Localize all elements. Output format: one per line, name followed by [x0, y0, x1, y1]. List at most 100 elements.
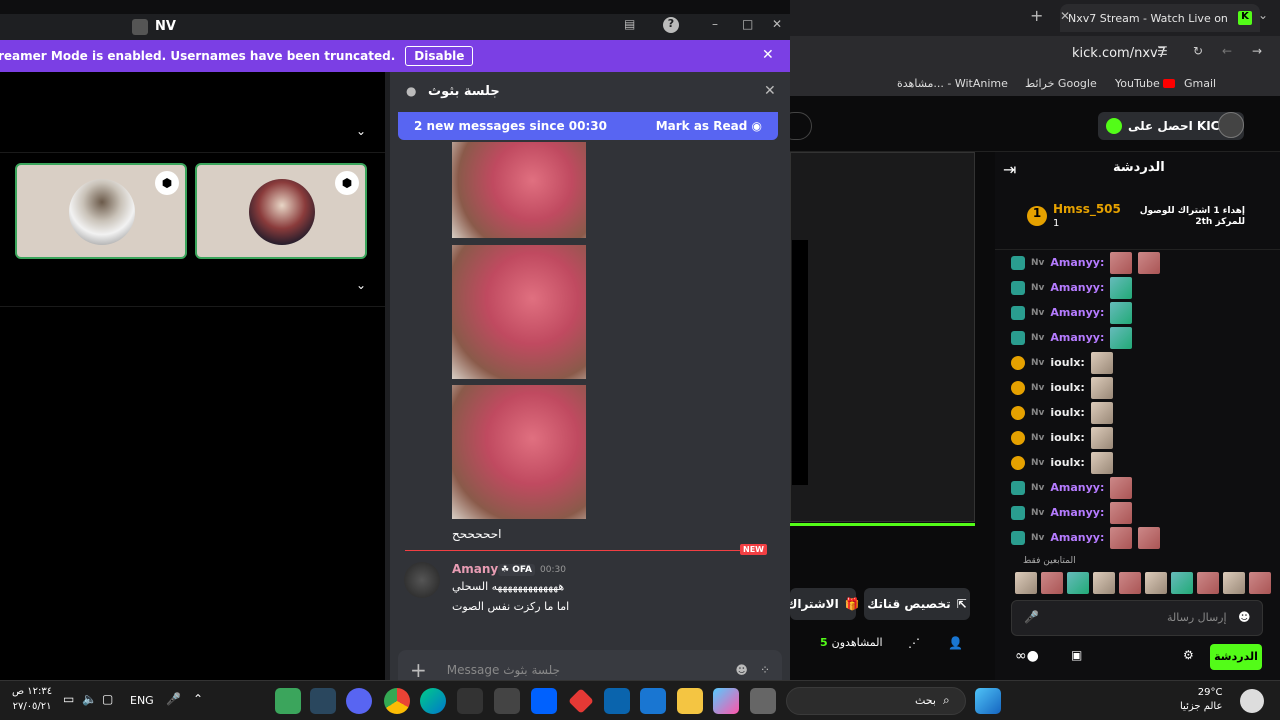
chat-row: Nv ioulx: — [995, 400, 1280, 425]
divider — [0, 306, 385, 307]
site-settings-icon[interactable]: ☰ — [1157, 44, 1168, 58]
kicks-coin-icon — [1106, 118, 1122, 134]
epic-games-icon[interactable] — [457, 688, 483, 714]
dropbox-icon[interactable] — [531, 688, 557, 714]
streamer-mode-banner: reamer Mode is enabled. Usernames have b… — [0, 40, 790, 72]
message-author[interactable]: Amany — [452, 562, 498, 576]
store-icon[interactable] — [640, 688, 666, 714]
chat-row: Nv Amanyy: — [995, 275, 1280, 300]
author-avatar[interactable] — [404, 562, 440, 598]
new-messages-text: 2 new messages since 00:30 — [414, 119, 607, 133]
user-avatar[interactable] — [1218, 112, 1244, 138]
file-explorer-icon[interactable] — [677, 688, 703, 714]
language-indicator[interactable]: ENG — [130, 694, 154, 707]
collapse-chat-icon[interactable]: ⇥ — [1003, 160, 1016, 179]
chat-row: Nv Amanyy: — [995, 325, 1280, 350]
battery-icon[interactable]: ▭ — [63, 692, 74, 706]
chat-row: Nv ioulx: — [995, 350, 1280, 375]
gifter-rank-badge: 1 — [1027, 206, 1047, 226]
maximize-icon[interactable]: □ — [742, 17, 753, 31]
weather[interactable]: 29°C عالم جزئيا — [1180, 686, 1222, 714]
task-view-icon[interactable] — [750, 688, 776, 714]
chevron-down-icon[interactable]: ⌄ — [356, 124, 366, 138]
discord-icon[interactable] — [346, 688, 372, 714]
chat-input[interactable]: 🎤 إرسال رسالة ☻ — [1011, 600, 1263, 636]
clock[interactable]: ١٢:٣٤ ص ٢٧/٠٥/٢١ — [12, 684, 52, 714]
participant-card[interactable]: ⬢ — [15, 163, 187, 259]
new-tab-icon[interactable]: + — [1030, 6, 1043, 25]
bookmark-youtube[interactable]: YouTube — [1115, 77, 1160, 90]
nested-screen-dark — [792, 240, 808, 485]
emoji-icon[interactable]: ☻ — [735, 663, 748, 677]
start-icon[interactable] — [975, 688, 1001, 714]
steam-icon[interactable] — [310, 688, 336, 714]
share-icon[interactable]: ⋰ — [908, 636, 920, 650]
banner-text: reamer Mode is enabled. Usernames have b… — [0, 49, 396, 63]
chat-send-button[interactable]: الدردشة — [1210, 644, 1262, 670]
apps-icon[interactable]: ⁘ — [760, 663, 770, 677]
bookmark-gmail[interactable]: Gmail — [1184, 77, 1216, 90]
chrome-icon[interactable] — [384, 688, 410, 714]
new-divider — [405, 550, 765, 551]
outlook-icon[interactable] — [604, 688, 630, 714]
nv-server-icon — [132, 19, 148, 35]
forward-icon[interactable]: → — [1252, 44, 1262, 58]
shield-icon: ⬢ — [155, 171, 179, 195]
mic-icon[interactable]: 🎤 — [1024, 610, 1039, 624]
image-attachment[interactable] — [452, 142, 586, 238]
tab-search-icon[interactable]: ⌄ — [1258, 8, 1268, 22]
help-icon[interactable]: ? — [663, 17, 679, 33]
address-bar[interactable]: kick.com/nxv7 ☰ ↻ ← → — [790, 36, 1280, 72]
inbox-icon[interactable]: ▤ — [624, 17, 635, 31]
followers-only-label: المتابعين فقط — [1023, 556, 1076, 566]
top-gifter-name[interactable]: Hmss_505 — [1053, 202, 1121, 216]
thread-title: جلسة بثوث — [428, 84, 500, 99]
add-attachment-icon[interactable]: + — [410, 658, 427, 682]
taskbar: ١٢:٣٤ ص ٢٧/٠٥/٢١ ▭ 🔈 ▢ ENG 🎤 ⌃ بحث ⌕ 29°C… — [0, 680, 1280, 720]
chat-row: Nv Amanyy: — [995, 475, 1280, 500]
gift-icon: 🎁 — [844, 597, 860, 611]
minimize-icon[interactable]: – — [712, 17, 718, 31]
stream-video[interactable]: تخصيص قناتك ⇱ الاشتراك 🎁 5 المشاهدون ⋰ 👤 — [786, 152, 995, 680]
subscribe-button[interactable]: الاشتراك 🎁 — [786, 588, 860, 620]
browser-tab[interactable]: Nxv7 Stream - Watch Live on K K — [1060, 4, 1260, 32]
close-banner-icon[interactable]: ✕ — [762, 47, 774, 63]
new-messages-bar[interactable]: 2 new messages since 00:30 Mark as Read … — [398, 112, 778, 140]
reload-icon[interactable]: ↻ — [1193, 44, 1203, 58]
bookmark-witanime[interactable]: مشاهدة... - WitAnime — [897, 77, 1008, 90]
mark-as-read-button[interactable]: Mark as Read ◉ — [656, 119, 762, 133]
weather-icon — [1240, 689, 1264, 713]
app-icon[interactable] — [494, 688, 520, 714]
bookmark-maps[interactable]: خرائط Google — [1025, 77, 1097, 90]
network-icon[interactable]: ▢ — [102, 692, 113, 706]
image-attachment[interactable] — [452, 385, 586, 519]
discord-titlebar: NV ▤ ? – □ ✕ — [0, 14, 790, 40]
window-title: NV — [155, 19, 176, 34]
copilot-icon[interactable] — [713, 688, 739, 714]
close-thread-icon[interactable]: ✕ — [764, 83, 776, 99]
app-icon[interactable] — [275, 688, 301, 714]
volume-icon[interactable]: 🔈 — [82, 692, 97, 706]
taskbar-search[interactable]: بحث ⌕ — [786, 687, 966, 715]
chat-settings-icon[interactable]: ⚙ — [1183, 648, 1194, 662]
community-icon[interactable]: ∞● — [1015, 648, 1039, 664]
image-attachment[interactable] — [452, 245, 586, 379]
close-window-icon[interactable]: ✕ — [772, 17, 782, 31]
app-icon[interactable] — [568, 688, 594, 714]
emoji-icon[interactable]: ☻ — [1238, 610, 1251, 624]
url-text[interactable]: kick.com/nxv7 — [1072, 46, 1166, 61]
customize-channel-button[interactable]: تخصيص قناتك ⇱ — [864, 588, 970, 620]
close-tab-icon[interactable]: ✕ — [1060, 9, 1070, 23]
store-icon[interactable]: ▣ — [1071, 648, 1082, 662]
edge-icon[interactable] — [420, 688, 446, 714]
chevron-down-icon[interactable]: ⌄ — [356, 278, 366, 292]
shield-icon: ⬢ — [335, 171, 359, 195]
follow-user-icon[interactable]: 👤 — [948, 636, 963, 650]
progress-bar[interactable] — [790, 523, 975, 526]
tray-chevron-icon[interactable]: ⌃ — [193, 692, 203, 706]
back-icon[interactable]: ← — [1222, 44, 1232, 58]
disable-button[interactable]: Disable — [405, 46, 474, 66]
participant-card[interactable]: ⬢ — [195, 163, 367, 259]
youtube-icon — [1163, 79, 1175, 88]
mic-icon[interactable]: 🎤 — [166, 692, 181, 706]
